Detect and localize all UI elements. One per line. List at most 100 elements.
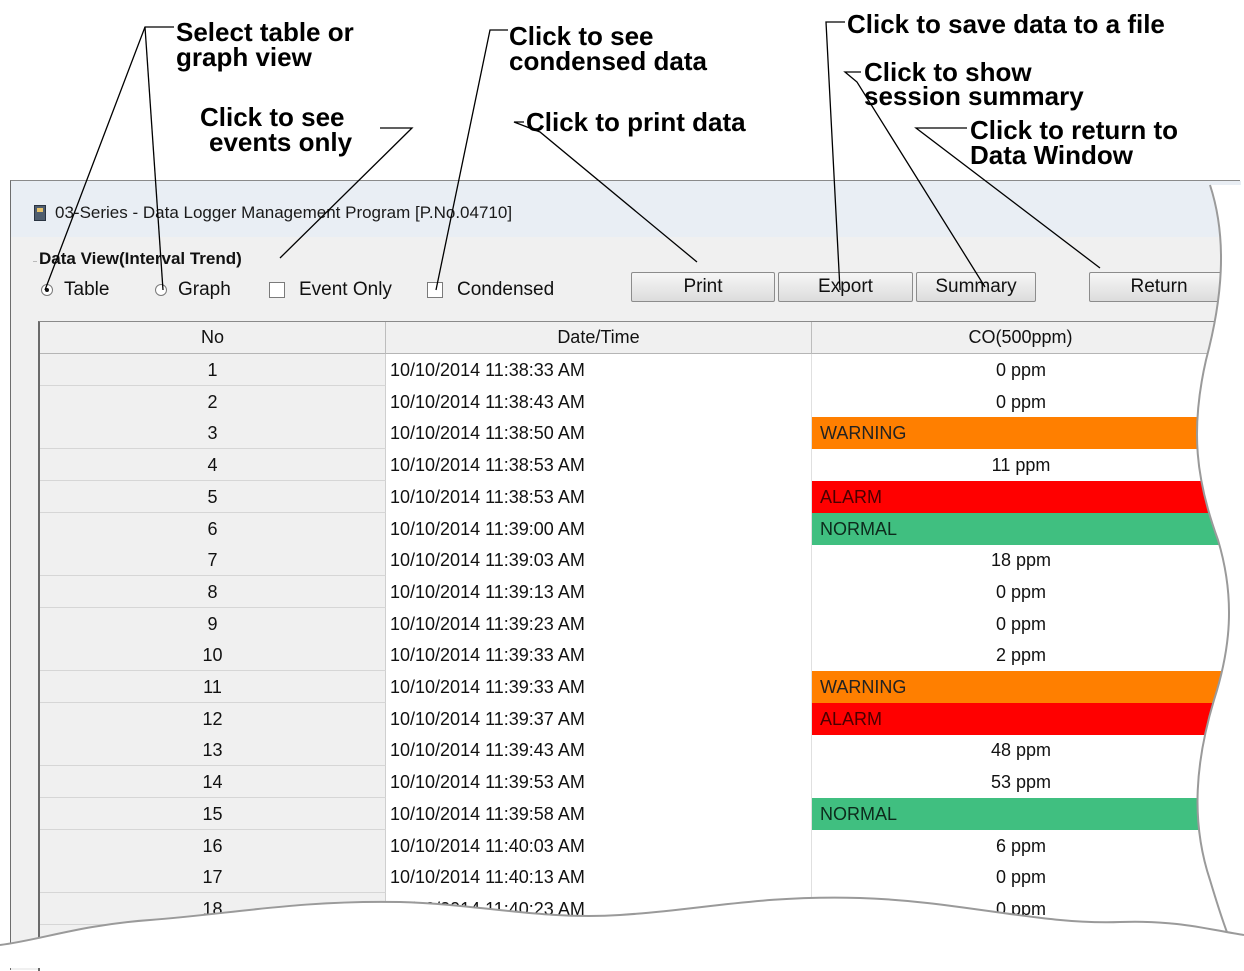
datetime-cell[interactable]: 10/10/2014 11:39:43 AM [386, 734, 812, 767]
datetime-cell[interactable]: 10/10/2014 11:40:13 AM [386, 861, 812, 894]
callout-summary: Click to show session summary [864, 59, 1084, 109]
event-only-checkbox[interactable]: Event Only [269, 279, 392, 301]
table-row[interactable]: 9 10/10/2014 11:39:23 AM 0 ppm [40, 607, 1230, 640]
row-number-cell[interactable]: 13 [40, 734, 386, 767]
datetime-cell[interactable]: 10/10/2014 11:38:33 AM [386, 354, 812, 386]
datetime-cell[interactable]: 10/10/2014 11:39:33 AM [386, 639, 812, 672]
group-border [33, 261, 37, 262]
row-number-cell[interactable] [40, 924, 386, 957]
table-row[interactable]: 2 10/10/2014 11:38:43 AM 0 ppm [40, 385, 1230, 418]
datetime-cell[interactable]: 10/10/2014 11:39:58 AM [386, 797, 812, 830]
graph-view-radio[interactable]: Graph [155, 279, 231, 301]
co-value-cell[interactable]: 0 ppm [812, 386, 1230, 418]
co-value-cell[interactable]: 48 ppm [812, 734, 1230, 766]
app-icon [34, 205, 46, 221]
co-value-cell[interactable]: 2 ppm [812, 639, 1230, 671]
column-header-co[interactable]: CO(500ppm) [812, 322, 1230, 354]
callout-line: condensed data [509, 46, 707, 76]
table-row[interactable]: 16 10/10/2014 11:40:03 AM 6 ppm [40, 829, 1230, 862]
datetime-cell[interactable]: 10/10/2014 11:38:43 AM [386, 385, 812, 418]
table-row[interactable]: 6 10/10/2014 11:39:00 AM NORMAL [40, 512, 1230, 545]
table-row[interactable]: 17 10/10/2014 11:40:13 AM 0 ppm [40, 861, 1230, 894]
datetime-cell[interactable]: 10/10/2014 11:39:13 AM [386, 575, 812, 608]
co-value-cell[interactable]: ALARM [812, 480, 1230, 513]
datetime-cell[interactable]: 10/10/2014 11:38:50 AM [386, 417, 812, 450]
co-value-cell[interactable]: WARNING [812, 417, 1230, 450]
row-number-cell[interactable]: 8 [40, 575, 386, 608]
row-number-cell[interactable]: 15 [40, 797, 386, 830]
datetime-cell[interactable]: 10/10/2014 11:38:53 AM [386, 480, 812, 513]
condensed-checkbox[interactable]: Condensed [427, 279, 554, 301]
row-number-cell[interactable]: 2 [40, 385, 386, 418]
co-value-cell[interactable]: ALARM [812, 702, 1230, 735]
print-button[interactable]: Print [631, 272, 775, 302]
row-number-cell[interactable]: 3 [40, 417, 386, 450]
co-value-cell[interactable]: 0 ppm [812, 576, 1230, 608]
table-row[interactable]: 13 10/10/2014 11:39:43 AM 48 ppm [40, 734, 1230, 767]
checkbox-icon[interactable] [269, 282, 285, 298]
datetime-cell[interactable]: 10/10/2014 11:39:23 AM [386, 607, 812, 640]
table-row[interactable]: 18 10/10/2014 11:40:23 AM 0 ppm [40, 892, 1230, 925]
datetime-cell[interactable]: 10/10/2014 11:40:03 AM [386, 829, 812, 862]
row-number-cell[interactable]: 9 [40, 607, 386, 640]
datetime-cell[interactable]: 10/10/2014 11:39:00 AM [386, 512, 812, 545]
row-number-cell[interactable]: 14 [40, 766, 386, 799]
table-row[interactable]: 8 10/10/2014 11:39:13 AM 0 ppm [40, 575, 1230, 608]
callout-return: Click to return to Data Window [970, 117, 1178, 168]
co-value-cell[interactable]: 11 ppm [812, 449, 1230, 481]
row-number-cell[interactable]: 18 [40, 892, 386, 925]
callout-print: Click to print data [526, 107, 746, 137]
row-number-cell[interactable]: 16 [40, 829, 386, 862]
window-title: 03-Series - Data Logger Management Progr… [55, 203, 513, 222]
row-number-cell[interactable]: 10 [40, 639, 386, 672]
datetime-cell[interactable]: 10/10/2014 11:39:37 AM [386, 702, 812, 735]
row-number-cell[interactable]: 6 [40, 512, 386, 545]
co-value-cell[interactable]: 6 ppm [812, 830, 1230, 862]
table-row[interactable]: 7 10/10/2014 11:39:03 AM 18 ppm [40, 544, 1230, 577]
datetime-cell[interactable]: 10/10/2014 11:39:03 AM [386, 544, 812, 577]
radio-unselected-icon[interactable] [155, 284, 167, 296]
datetime-cell[interactable]: 10/10/2014 11:39:53 AM [386, 766, 812, 799]
row-number-cell[interactable]: 7 [40, 544, 386, 577]
table-row[interactable]: 15 10/10/2014 11:39:58 AM NORMAL [40, 797, 1230, 830]
table-row[interactable]: 12 10/10/2014 11:39:37 AM ALARM [40, 702, 1230, 735]
checkbox-icon[interactable] [427, 282, 443, 298]
co-value-cell[interactable]: WARNING [812, 671, 1230, 703]
callout-save: Click to save data to a file [847, 9, 1165, 39]
co-value-cell[interactable]: 18 ppm [812, 544, 1230, 576]
table-row[interactable]: 1 10/10/2014 11:38:33 AM 0 ppm [40, 354, 1230, 386]
summary-button[interactable]: Summary [916, 272, 1036, 302]
datetime-cell[interactable]: 10/10/2014 11:38:53 AM [386, 449, 812, 482]
return-button[interactable]: Return [1089, 272, 1229, 302]
co-value-cell[interactable]: 0 ppm [812, 925, 1230, 957]
row-number-cell[interactable]: 4 [40, 449, 386, 482]
co-value-cell[interactable]: 53 ppm [812, 766, 1230, 798]
row-number-cell[interactable]: 17 [40, 861, 386, 894]
row-number-cell[interactable]: 11 [40, 671, 386, 703]
table-row[interactable]: 3 10/10/2014 11:38:50 AM WARNING [40, 417, 1230, 450]
row-number-cell[interactable]: 5 [40, 480, 386, 513]
column-header-no[interactable]: No [40, 322, 386, 354]
co-value-cell[interactable]: 0 ppm [812, 608, 1230, 640]
row-number-cell[interactable]: 12 [40, 702, 386, 735]
datetime-cell[interactable]: 10/10/2014 11:40:23 AM [386, 892, 812, 925]
co-value-cell[interactable]: NORMAL [812, 797, 1230, 830]
table-row[interactable]: 5 10/10/2014 11:38:53 AM ALARM [40, 480, 1230, 513]
co-value-cell[interactable]: NORMAL [812, 512, 1230, 545]
co-value-cell[interactable]: 0 ppm [812, 893, 1230, 925]
table-row[interactable]: 11 10/10/2014 11:39:33 AM WARNING [40, 671, 1230, 703]
radio-selected-icon[interactable] [41, 284, 53, 296]
table-view-radio[interactable]: Table [41, 279, 109, 301]
table-row[interactable]: 10/10/2014 11:40:33 AM 0 ppm [40, 924, 1230, 957]
column-header-datetime[interactable]: Date/Time [386, 322, 812, 354]
export-button[interactable]: Export [778, 272, 913, 302]
datetime-cell[interactable]: 10/10/2014 11:39:33 AM [386, 671, 812, 703]
data-table[interactable]: No Date/Time CO(500ppm) 1 10/10/2014 11:3… [38, 321, 1241, 971]
table-row[interactable]: 4 10/10/2014 11:38:53 AM 11 ppm [40, 449, 1230, 482]
datetime-cell[interactable]: 10/10/2014 11:40:33 AM [386, 924, 812, 957]
co-value-cell[interactable]: 0 ppm [812, 354, 1230, 386]
table-row[interactable]: 14 10/10/2014 11:39:53 AM 53 ppm [40, 766, 1230, 799]
row-number-cell[interactable]: 1 [40, 354, 386, 386]
co-value-cell[interactable]: 0 ppm [812, 861, 1230, 893]
table-row[interactable]: 10 10/10/2014 11:39:33 AM 2 ppm [40, 639, 1230, 672]
